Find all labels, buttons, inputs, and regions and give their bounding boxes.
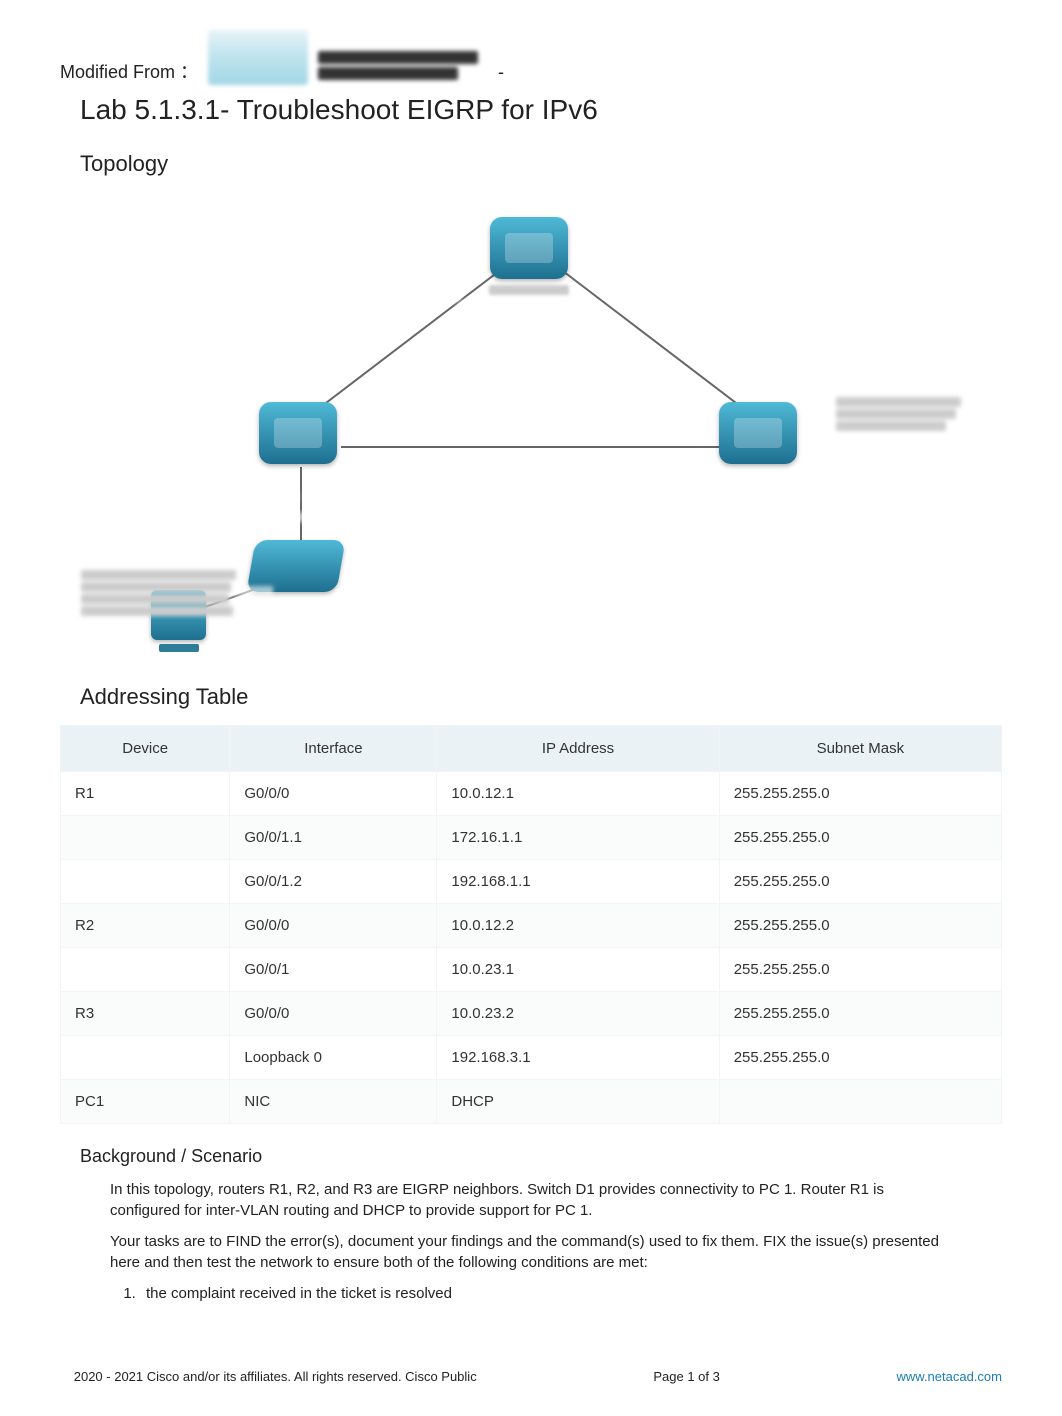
page-title: Lab 5.1.3.1- Troubleshoot EIGRP for IPv6 <box>80 90 1002 129</box>
table-row: R3G0/0/010.0.23.2255.255.255.0 <box>61 991 1002 1035</box>
table-cell: G0/0/1 <box>230 947 437 991</box>
table-cell: G0/0/1.1 <box>230 815 437 859</box>
table-cell <box>719 1079 1001 1123</box>
col-device: Device <box>61 725 230 771</box>
device-d1 <box>251 540 341 592</box>
netacad-logo <box>318 45 488 85</box>
table-cell <box>61 947 230 991</box>
table-cell: NIC <box>230 1079 437 1123</box>
requirement-item: the complaint received in the ticket is … <box>140 1283 1002 1304</box>
table-row: R2G0/0/010.0.12.2255.255.255.0 <box>61 903 1002 947</box>
requirements-list: the complaint received in the ticket is … <box>140 1283 1002 1304</box>
table-cell <box>61 859 230 903</box>
table-cell: 192.168.1.1 <box>437 859 719 903</box>
background-p2: Your tasks are to FIND the error(s), doc… <box>110 1231 940 1273</box>
table-cell: PC1 <box>61 1079 230 1123</box>
table-cell: 255.255.255.0 <box>719 815 1001 859</box>
table-cell: 255.255.255.0 <box>719 859 1001 903</box>
header-row: Modified From ： - <box>60 30 1002 85</box>
modified-suffix: - <box>498 60 504 85</box>
table-row: G0/0/110.0.23.1255.255.255.0 <box>61 947 1002 991</box>
router-icon <box>259 402 337 464</box>
background-p1: In this topology, routers R1, R2, and R3… <box>110 1179 940 1221</box>
section-addressing: Addressing Table <box>80 682 1002 713</box>
device-r2 <box>489 217 569 295</box>
table-row: R1G0/0/010.0.12.1255.255.255.0 <box>61 771 1002 815</box>
table-row: G0/0/1.1172.16.1.1255.255.255.0 <box>61 815 1002 859</box>
modified-prefix: Modified From ： <box>60 60 198 85</box>
table-cell: 255.255.255.0 <box>719 1035 1001 1079</box>
table-row: PC1NICDHCP <box>61 1079 1002 1123</box>
col-interface: Interface <box>230 725 437 771</box>
table-cell: 255.255.255.0 <box>719 947 1001 991</box>
table-cell: R3 <box>61 991 230 1035</box>
table-cell: Loopback 0 <box>230 1035 437 1079</box>
router-icon <box>719 402 797 464</box>
pc1-info <box>81 570 236 616</box>
table-cell: 10.0.12.1 <box>437 771 719 815</box>
table-cell: G0/0/1.2 <box>230 859 437 903</box>
table-cell: R2 <box>61 903 230 947</box>
table-cell: G0/0/0 <box>230 771 437 815</box>
section-topology: Topology <box>80 149 1002 180</box>
footer-copyright:  2020 - 2021 Cisco and/or its affiliate… <box>60 1368 477 1386</box>
router-icon <box>490 217 568 279</box>
section-background: Background / Scenario <box>80 1144 1002 1169</box>
addressing-table: Device Interface IP Address Subnet Mask … <box>60 725 1002 1124</box>
col-mask: Subnet Mask <box>719 725 1001 771</box>
table-cell <box>61 1035 230 1079</box>
table-row: Loopback 0192.168.3.1255.255.255.0 <box>61 1035 1002 1079</box>
table-row: G0/0/1.2192.168.1.1255.255.255.0 <box>61 859 1002 903</box>
table-cell <box>61 815 230 859</box>
r3-info <box>836 397 961 431</box>
table-cell: 10.0.23.1 <box>437 947 719 991</box>
table-cell: 255.255.255.0 <box>719 991 1001 1035</box>
table-cell: 172.16.1.1 <box>437 815 719 859</box>
table-header-row: Device Interface IP Address Subnet Mask <box>61 725 1002 771</box>
table-cell: 10.0.23.2 <box>437 991 719 1035</box>
table-cell: G0/0/0 <box>230 991 437 1035</box>
table-cell: 10.0.12.2 <box>437 903 719 947</box>
table-cell: 255.255.255.0 <box>719 771 1001 815</box>
table-cell: 192.168.3.1 <box>437 1035 719 1079</box>
footer-page: Page 1 of 3 <box>653 1368 720 1386</box>
copyright-icon:  <box>60 1369 70 1384</box>
table-cell: R1 <box>61 771 230 815</box>
switch-icon <box>246 540 345 592</box>
table-cell: G0/0/0 <box>230 903 437 947</box>
table-cell: DHCP <box>437 1079 719 1123</box>
table-cell: 255.255.255.0 <box>719 903 1001 947</box>
device-r1 <box>259 402 337 464</box>
col-ip: IP Address <box>437 725 719 771</box>
page-footer:  2020 - 2021 Cisco and/or its affiliate… <box>60 1364 1002 1386</box>
cisco-logo <box>208 30 308 85</box>
topology-diagram <box>81 192 981 662</box>
footer-url: www.netacad.com <box>896 1368 1002 1386</box>
device-r3 <box>719 402 797 464</box>
